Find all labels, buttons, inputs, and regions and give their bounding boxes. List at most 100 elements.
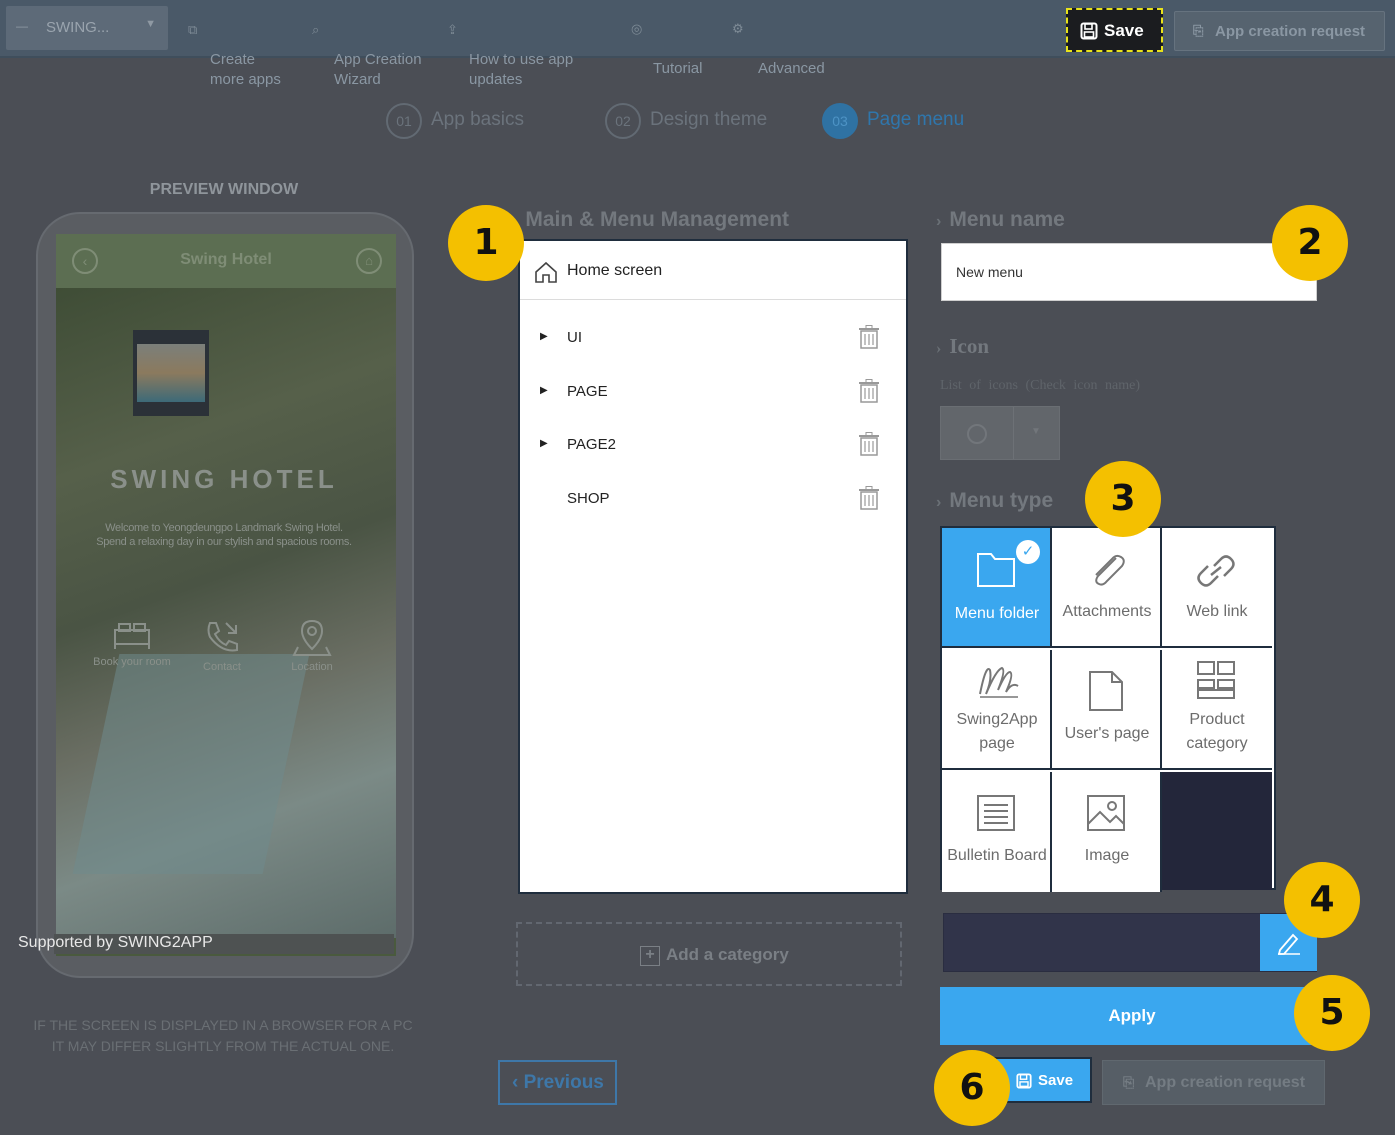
- trash-icon[interactable]: [858, 325, 880, 349]
- trash-icon[interactable]: [858, 379, 880, 403]
- hotel-logo-image: [133, 330, 209, 416]
- location-pin-icon: [292, 619, 332, 656]
- signature-icon: [979, 666, 1019, 698]
- menu-item-page2[interactable]: ▶ PAGE2: [520, 430, 906, 460]
- color-field[interactable]: [943, 913, 1317, 972]
- top-bar: — SWING... ▼ ⧉ Create more apps ⌕ App Cr…: [0, 0, 1395, 88]
- chevron-down-icon: ▼: [1031, 426, 1041, 437]
- step-number: 01: [386, 103, 422, 139]
- hotel-name: SWING HOTEL: [110, 464, 338, 494]
- step-label: App basics: [431, 109, 524, 130]
- no-icon-icon: [967, 424, 987, 444]
- plus-icon: +: [640, 946, 660, 966]
- folder-icon: [977, 553, 1015, 587]
- bed-icon: [114, 623, 150, 649]
- list-icon: [977, 795, 1015, 831]
- menu-type-swing2app-page[interactable]: Swing2App page: [942, 650, 1052, 770]
- menu-type-label: Image: [1084, 847, 1130, 864]
- preview-location: Location: [262, 617, 362, 673]
- expand-arrow-icon[interactable]: ▶: [540, 331, 548, 342]
- previous-label: Previous: [523, 1072, 604, 1093]
- add-category-button[interactable]: + Add a category: [516, 922, 902, 986]
- menu-item-ui[interactable]: ▶ UI: [520, 323, 906, 353]
- step-number: 02: [605, 103, 641, 139]
- menu-type-title: › Menu type: [936, 489, 1053, 513]
- menu-type-label: Web link: [1186, 603, 1248, 620]
- pencil-icon: [1277, 933, 1300, 955]
- nav-label: Create more apps: [210, 51, 281, 88]
- icon-section-title: › Icon: [936, 334, 989, 359]
- menu-home-screen[interactable]: Home screen: [520, 241, 906, 300]
- callout-4: 4: [1284, 862, 1360, 938]
- previous-button[interactable]: ‹ Previous: [498, 1060, 617, 1105]
- document-icon: ⎘: [1193, 23, 1204, 38]
- menu-item-label: SHOP: [567, 490, 610, 507]
- app-selector[interactable]: — SWING... ▼: [6, 6, 168, 50]
- menu-item-page[interactable]: ▶ PAGE: [520, 377, 906, 407]
- icon-list-hint[interactable]: List of icons (Check icon name): [940, 378, 1140, 394]
- section-title-text: Menu name: [949, 208, 1065, 231]
- phone-icon: [207, 622, 238, 652]
- step-number: 03: [822, 103, 858, 139]
- nav-how-to-use-updates[interactable]: ⇪ How to use app updates: [447, 10, 574, 90]
- chevron-down-icon: ▼: [145, 18, 156, 30]
- bottom-app-creation-request-button[interactable]: ⎘ App creation request: [1102, 1060, 1325, 1105]
- nav-create-more-apps[interactable]: ⧉ Create more apps: [188, 10, 281, 90]
- menu-item-shop[interactable]: SHOP: [520, 484, 906, 514]
- request-label: App creation request: [1215, 23, 1366, 40]
- chevron-right-icon: ›: [936, 213, 942, 230]
- expand-arrow-icon[interactable]: ▶: [540, 438, 548, 449]
- chevron-right-icon: ›: [936, 340, 942, 357]
- menu-type-product-category[interactable]: Product category: [1162, 650, 1272, 770]
- menu-type-bulletin-board[interactable]: Bulletin Board: [942, 772, 1052, 892]
- menu-item-label: UI: [567, 329, 582, 346]
- menu-type-users-page[interactable]: User's page: [1052, 650, 1162, 770]
- menu-name-title: › Menu name: [936, 208, 1065, 232]
- nav-app-creation-wizard[interactable]: ⌕ App Creation Wizard: [312, 10, 422, 90]
- copy-icon: ⧉: [188, 22, 198, 37]
- callout-5: 5: [1294, 975, 1370, 1051]
- trash-icon[interactable]: [858, 432, 880, 456]
- apply-button[interactable]: Apply: [940, 987, 1324, 1045]
- minus-icon: —: [16, 19, 28, 33]
- top-app-creation-request-button[interactable]: ⎘ App creation request: [1174, 11, 1385, 51]
- grid-icon: [1197, 661, 1235, 699]
- document-icon: [1089, 671, 1123, 711]
- menu-name-input[interactable]: [941, 243, 1317, 301]
- menu-item-label: PAGE: [567, 383, 608, 400]
- top-save-button[interactable]: Save: [1066, 8, 1163, 52]
- callout-6: 6: [934, 1050, 1010, 1126]
- menu-type-label: Swing2App page: [956, 711, 1038, 752]
- home-screen-label: Home screen: [567, 262, 663, 279]
- nav-label: App Creation Wizard: [334, 51, 422, 88]
- nav-label: How to use app updates: [469, 51, 574, 88]
- nav-tutorial[interactable]: ◎ Tutorial: [631, 19, 703, 79]
- menu-type-label: Bulletin Board: [947, 847, 1047, 864]
- expand-arrow-icon[interactable]: ▶: [540, 385, 548, 396]
- phone-preview: ‹ Swing Hotel ⌂: [36, 212, 414, 978]
- menu-type-label: Menu folder: [954, 605, 1040, 622]
- chevron-left-icon: ‹: [512, 1072, 524, 1093]
- menu-type-web-link[interactable]: Web link: [1162, 528, 1272, 648]
- step-label: Page menu: [867, 109, 965, 130]
- floppy-disk-icon: [1016, 1073, 1032, 1089]
- link-icon: [1197, 555, 1235, 587]
- phone-header: ‹ Swing Hotel ⌂: [56, 234, 396, 288]
- menu-type-attachments[interactable]: Attachments: [1052, 528, 1162, 648]
- menu-type-image[interactable]: Image: [1052, 772, 1162, 892]
- section-title-text: Main & Menu Management: [525, 208, 790, 231]
- icon-picker-dropdown[interactable]: ▼: [940, 406, 1060, 460]
- app-selector-label: SWING...: [46, 19, 110, 36]
- menu-type-menu-folder[interactable]: ✓ Menu folder: [942, 528, 1052, 648]
- nav-label: Tutorial: [653, 60, 703, 77]
- chevron-right-icon: ›: [936, 494, 942, 511]
- menu-tree-panel: Home screen ▶ UI ▶ PAGE ▶ PAGE2 SHOP: [518, 239, 908, 894]
- save-label: Save: [1104, 21, 1144, 40]
- add-category-label: Add a category: [666, 945, 789, 964]
- request-label: App creation request: [1145, 1074, 1306, 1091]
- nav-advanced[interactable]: ⚙ Advanced: [732, 19, 825, 79]
- checkmark-icon: ✓: [1016, 540, 1040, 564]
- save-label: Save: [1038, 1072, 1074, 1089]
- floppy-disk-icon: [1080, 22, 1098, 40]
- trash-icon[interactable]: [858, 486, 880, 510]
